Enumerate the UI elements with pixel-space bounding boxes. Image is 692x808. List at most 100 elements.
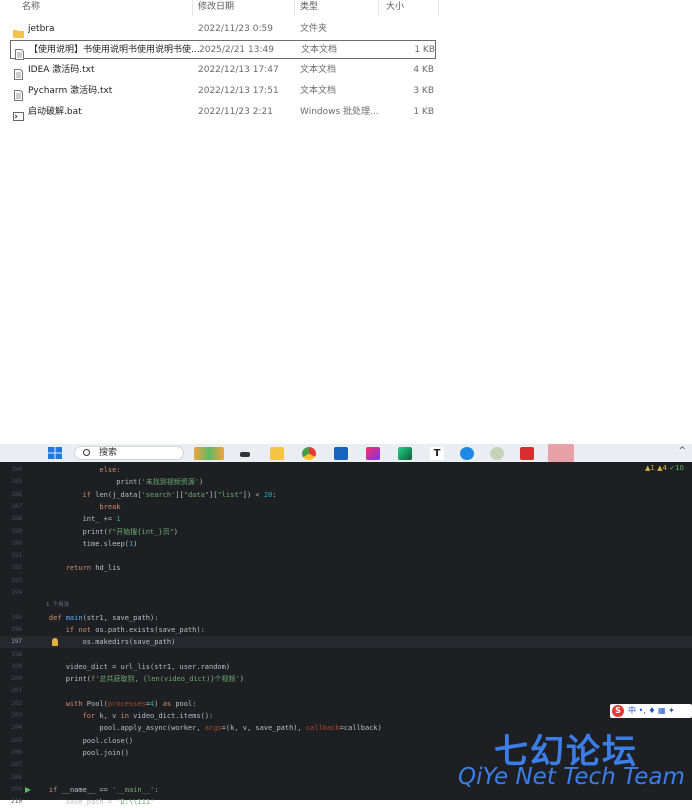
- code-line[interactable]: 188 int_ += 1: [0, 513, 692, 525]
- code-token: os.makedirs(save_path): [32, 638, 176, 647]
- file-explorer-icon[interactable]: [270, 447, 284, 460]
- code-line[interactable]: 210 save_path = 'D:\\111': [0, 796, 692, 808]
- column-divider[interactable]: [378, 0, 379, 16]
- line-number: 190: [11, 539, 22, 547]
- line-number: 185: [11, 478, 22, 486]
- code-line[interactable]: 193: [0, 575, 692, 587]
- code-token: int_ +=: [32, 515, 117, 524]
- code-line[interactable]: 194: [0, 587, 692, 599]
- code-line[interactable]: 192 return hd_lis: [0, 562, 692, 574]
- column-header-type[interactable]: 类型: [300, 0, 318, 16]
- line-number: 196: [11, 625, 22, 633]
- file-row[interactable]: jetbra 2022/11/23 0:59 文件夹: [10, 20, 436, 39]
- chevron-up-icon[interactable]: ^: [678, 446, 686, 456]
- file-row[interactable]: Pycharm 激活码.txt 2022/12/13 17:51 文本文档 3 KB: [10, 82, 436, 101]
- code-token: time.sleep(: [32, 539, 129, 548]
- column-header-size[interactable]: 大小: [386, 0, 404, 16]
- usage-hint[interactable]: 1 个用法: [46, 599, 69, 611]
- column-header-date[interactable]: 修改日期: [198, 0, 234, 16]
- mail-icon[interactable]: [334, 447, 348, 460]
- code-text: else:: [32, 464, 120, 476]
- code-line[interactable]: 197 os.makedirs(save_path): [0, 636, 692, 649]
- code-text: time.sleep(1): [32, 538, 138, 550]
- wps-icon[interactable]: [520, 447, 534, 460]
- code-text: int_ += 1: [32, 513, 121, 525]
- code-line[interactable]: 185 print('未找到视频资源'): [0, 476, 692, 488]
- code-token: os.path.exists(save_path):: [95, 625, 205, 634]
- run-icon[interactable]: [25, 786, 31, 793]
- app-icon[interactable]: [460, 447, 474, 460]
- file-size: [370, 20, 434, 39]
- code-line[interactable]: 201: [0, 685, 692, 697]
- code-token: hd_lis: [95, 564, 121, 573]
- code-token: =callback): [339, 724, 382, 733]
- code-line[interactable]: 196 if not os.path.exists(save_path):: [0, 624, 692, 636]
- file-row[interactable]: 启动破解.bat 2022/11/23 2:21 Windows 批处理... 1 K…: [10, 103, 436, 122]
- code-line[interactable]: 200 print(f'总共获取到, {len(video_dict)}个视频'…: [0, 673, 692, 685]
- code-token: f"开始搜{int_}页": [107, 527, 174, 536]
- column-divider[interactable]: [438, 0, 439, 16]
- code-text: break: [32, 501, 120, 513]
- typora-icon[interactable]: T: [430, 447, 444, 460]
- code-line[interactable]: 202 with Pool(processes=4) as pool:: [0, 698, 692, 710]
- code-token: Pool(: [86, 699, 108, 708]
- code-text: save_path = 'D:\\111': [32, 796, 155, 808]
- code-token: processes: [107, 699, 146, 708]
- code-line[interactable]: 198: [0, 649, 692, 661]
- ime-toolbar[interactable]: S 中 •, ♦ ▦ ✦: [610, 704, 692, 718]
- column-divider[interactable]: [294, 0, 295, 16]
- code-text: if len(j_data['search']["data"]["list"])…: [32, 489, 277, 501]
- search-icon: [83, 449, 90, 456]
- column-header-name[interactable]: 名称: [22, 0, 40, 16]
- code-token: (str1, save_path):: [82, 613, 159, 622]
- code-token: 'D:\\111': [116, 798, 155, 807]
- search-placeholder: 搜索: [99, 448, 118, 458]
- code-token: video_dict = url_lis(str1, user.random): [32, 662, 231, 671]
- watermark-subtitle: QiYe Net Tech Team: [458, 764, 685, 790]
- code-line[interactable]: 1 个用法: [0, 599, 692, 611]
- app-icon[interactable]: [490, 447, 504, 460]
- task-view-icon[interactable]: [240, 452, 250, 457]
- code-token: f'总共获取到, {len(video_dict)}个视频': [91, 675, 240, 684]
- code-line[interactable]: 191: [0, 550, 692, 562]
- code-line[interactable]: 184 else:: [0, 464, 692, 476]
- code-token: ][: [175, 490, 184, 499]
- file-date: 2025/2/21 13:49: [199, 45, 274, 55]
- code-token: pool.apply_async(worker,: [32, 724, 205, 733]
- code-line[interactable]: 187 break: [0, 501, 692, 513]
- file-name: jetbra: [28, 24, 55, 34]
- code-token: '未找到视频资源': [141, 478, 200, 487]
- code-line[interactable]: 189 print(f"开始搜{int_}页"): [0, 526, 692, 538]
- column-divider[interactable]: [192, 0, 193, 16]
- line-number: 192: [11, 564, 22, 572]
- code-line[interactable]: 195 def main(str1, save_path):: [0, 612, 692, 624]
- code-token: 1: [116, 515, 121, 524]
- line-number: 188: [11, 515, 22, 523]
- code-line[interactable]: 186 if len(j_data['search']["data"]["lis…: [0, 489, 692, 501]
- code-token: ): [154, 699, 163, 708]
- chrome-icon[interactable]: [302, 447, 316, 460]
- code-line[interactable]: 190 time.sleep(1): [0, 538, 692, 550]
- code-token: '__main__': [112, 785, 155, 794]
- line-number: 187: [11, 502, 22, 510]
- line-number: 191: [11, 552, 22, 560]
- code-line[interactable]: 199 video_dict = url_lis(str1, user.rand…: [0, 661, 692, 673]
- code-token: def: [48, 613, 66, 622]
- code-token: k, v: [99, 712, 121, 720]
- code-line[interactable]: 203 for k, v in video_dict.items():: [0, 710, 692, 722]
- file-row[interactable]: IDEA 激活码.txt 2022/12/13 17:47 文本文档 4 KB: [10, 61, 436, 80]
- app-icon[interactable]: [548, 444, 574, 462]
- line-number: 200: [11, 675, 22, 683]
- code-text: def main(str1, save_path):: [32, 612, 159, 624]
- code-token: :: [272, 490, 277, 499]
- code-token: len(j_data[: [95, 490, 142, 499]
- pycharm-icon[interactable]: [398, 447, 412, 460]
- windows-start-icon[interactable]: [48, 447, 62, 459]
- file-row[interactable]: 【使用说明】书使用说明书使用说明书使... 2025/2/21 13:49 文本文档…: [10, 40, 436, 60]
- line-number: 203: [11, 712, 22, 719]
- code-token: args: [204, 724, 222, 733]
- widget-icon[interactable]: [194, 447, 224, 460]
- taskbar-search-box[interactable]: 搜索: [74, 446, 184, 460]
- intellij-icon[interactable]: [366, 447, 380, 460]
